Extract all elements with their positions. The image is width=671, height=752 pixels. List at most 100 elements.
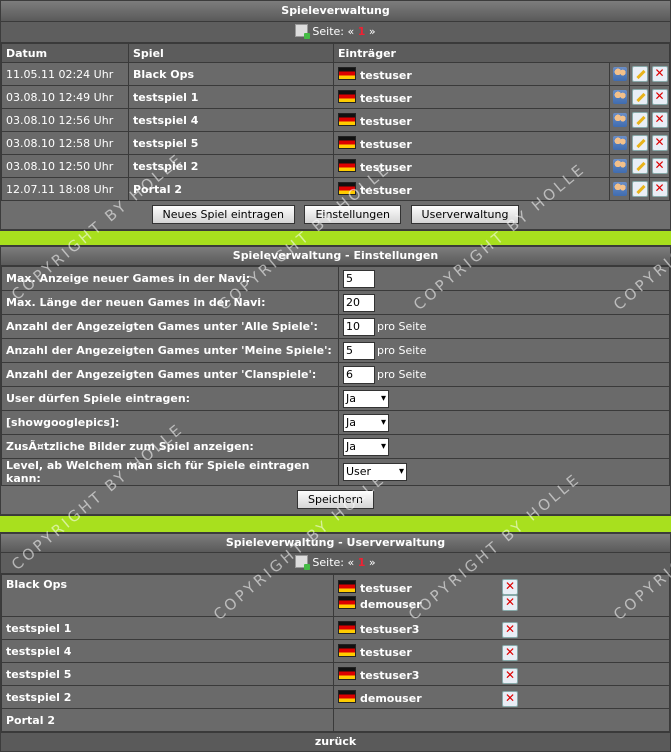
row-game[interactable]: testspiel 1	[128, 85, 334, 109]
max-new-games-input[interactable]: 5	[343, 269, 375, 288]
row-game: testspiel 4	[1, 639, 334, 663]
row-users-cell: testuser3	[333, 662, 670, 686]
all-games-count-input[interactable]: 10	[343, 317, 375, 336]
extra-images-select[interactable]: Ja	[343, 437, 389, 456]
row-user[interactable]: testuser	[333, 62, 610, 86]
setting-value-cell: 20	[338, 290, 670, 315]
delete-icon[interactable]	[651, 66, 668, 82]
delete-icon[interactable]	[651, 135, 668, 151]
setting-label: Level, ab Welchem man sich für Spiele ei…	[1, 458, 339, 486]
level-select[interactable]: User	[343, 463, 407, 481]
row-user-name[interactable]: testuser	[360, 184, 412, 197]
my-games-count-input[interactable]: 5	[343, 341, 375, 360]
row-user[interactable]: testuser	[333, 85, 610, 109]
row-user-name[interactable]: demouser	[360, 692, 422, 705]
new-game-button[interactable]: Neues Spiel eintragen	[151, 205, 295, 224]
row-action-edit[interactable]	[629, 131, 650, 155]
row-action-users[interactable]	[609, 154, 630, 178]
row-action-edit[interactable]	[629, 62, 650, 86]
setting-value-cell: Ja	[338, 386, 670, 411]
row-user-name[interactable]: testuser	[360, 69, 412, 82]
row-action-delete[interactable]	[649, 85, 670, 109]
userverwaltung-button[interactable]: Userverwaltung	[410, 205, 520, 224]
pager-next[interactable]: »	[369, 556, 376, 569]
row-action-edit[interactable]	[629, 154, 650, 178]
row-game[interactable]: Portal 2	[128, 177, 334, 201]
row-action-edit[interactable]	[629, 108, 650, 132]
row-user[interactable]: testuser	[333, 131, 610, 155]
back-link[interactable]: zurück	[1, 732, 670, 751]
add-page-icon[interactable]	[295, 24, 311, 39]
showgooglepics-select[interactable]: Ja	[343, 413, 389, 432]
edit-icon[interactable]	[631, 112, 648, 128]
edit-icon[interactable]	[631, 135, 648, 151]
delete-icon[interactable]	[651, 112, 668, 128]
pager-current[interactable]: 1	[358, 556, 366, 569]
row-action-delete[interactable]	[649, 131, 670, 155]
row-user-name[interactable]: testuser	[360, 646, 412, 659]
row-action-delete[interactable]	[649, 108, 670, 132]
delete-icon[interactable]	[651, 89, 668, 105]
pager-next[interactable]: »	[369, 25, 376, 38]
row-game[interactable]: testspiel 5	[128, 131, 334, 155]
delete-icon[interactable]	[502, 668, 518, 684]
row-action-users[interactable]	[609, 131, 630, 155]
edit-icon[interactable]	[631, 181, 648, 197]
row-user-name[interactable]: testuser	[360, 92, 412, 105]
add-page-icon[interactable]	[295, 555, 311, 570]
settings-button[interactable]: Einstellungen	[304, 205, 402, 224]
row-game[interactable]: Black Ops	[128, 62, 334, 86]
row-game: Black Ops	[1, 574, 334, 617]
row-action-delete[interactable]	[649, 62, 670, 86]
save-button[interactable]: Speichern	[297, 490, 374, 509]
user-can-add-select[interactable]: Ja	[343, 389, 389, 408]
row-user-name[interactable]: testuser	[360, 582, 412, 595]
row-user[interactable]: testuser	[333, 177, 610, 201]
users-icon[interactable]	[612, 182, 627, 196]
row-action-edit[interactable]	[629, 85, 650, 109]
delete-icon[interactable]	[651, 181, 668, 197]
users-icon[interactable]	[612, 113, 627, 127]
delete-icon[interactable]	[502, 595, 518, 611]
users-icon[interactable]	[612, 67, 627, 81]
setting-label: User dürfen Spiele eintragen:	[1, 386, 339, 411]
row-action-delete[interactable]	[649, 154, 670, 178]
edit-icon[interactable]	[631, 158, 648, 174]
edit-icon[interactable]	[631, 89, 648, 105]
row-action-edit[interactable]	[629, 177, 650, 201]
row-action-delete[interactable]	[649, 177, 670, 201]
clan-games-count-input[interactable]: 6	[343, 365, 375, 384]
row-user-name[interactable]: testuser	[360, 115, 412, 128]
row-user[interactable]: testuser	[333, 154, 610, 178]
row-user-name[interactable]: testuser	[360, 161, 412, 174]
delete-icon[interactable]	[502, 622, 518, 638]
row-game[interactable]: testspiel 2	[128, 154, 334, 178]
row-user-name[interactable]: testuser3	[360, 623, 419, 636]
row-action-users[interactable]	[609, 177, 630, 201]
row-user-name[interactable]: testuser	[360, 138, 412, 151]
row-action-users[interactable]	[609, 85, 630, 109]
pager-current[interactable]: 1	[358, 25, 366, 38]
row-game[interactable]: testspiel 4	[128, 108, 334, 132]
pager-prev[interactable]: «	[347, 556, 354, 569]
edit-icon[interactable]	[631, 66, 648, 82]
users-icon[interactable]	[612, 136, 627, 150]
users-pager: Seite: « 1 »	[1, 553, 670, 574]
pager-prev[interactable]: «	[347, 25, 354, 38]
delete-icon[interactable]	[502, 645, 518, 661]
row-action-users[interactable]	[609, 108, 630, 132]
row-date: 03.08.10 12:58 Uhr	[1, 131, 129, 155]
row-users-cell: testuser demouser	[333, 574, 670, 617]
table-row: testspiel 4 testuser	[1, 639, 670, 663]
delete-icon[interactable]	[502, 691, 518, 707]
row-user-name[interactable]: testuser3	[360, 669, 419, 682]
users-icon[interactable]	[612, 90, 627, 104]
row-action-users[interactable]	[609, 62, 630, 86]
delete-icon[interactable]	[651, 158, 668, 174]
max-length-input[interactable]: 20	[343, 293, 375, 312]
flag-icon	[338, 181, 356, 195]
row-user-name[interactable]: demouser	[360, 598, 422, 611]
row-user[interactable]: testuser	[333, 108, 610, 132]
delete-icon[interactable]	[502, 579, 518, 595]
users-icon[interactable]	[612, 159, 627, 173]
